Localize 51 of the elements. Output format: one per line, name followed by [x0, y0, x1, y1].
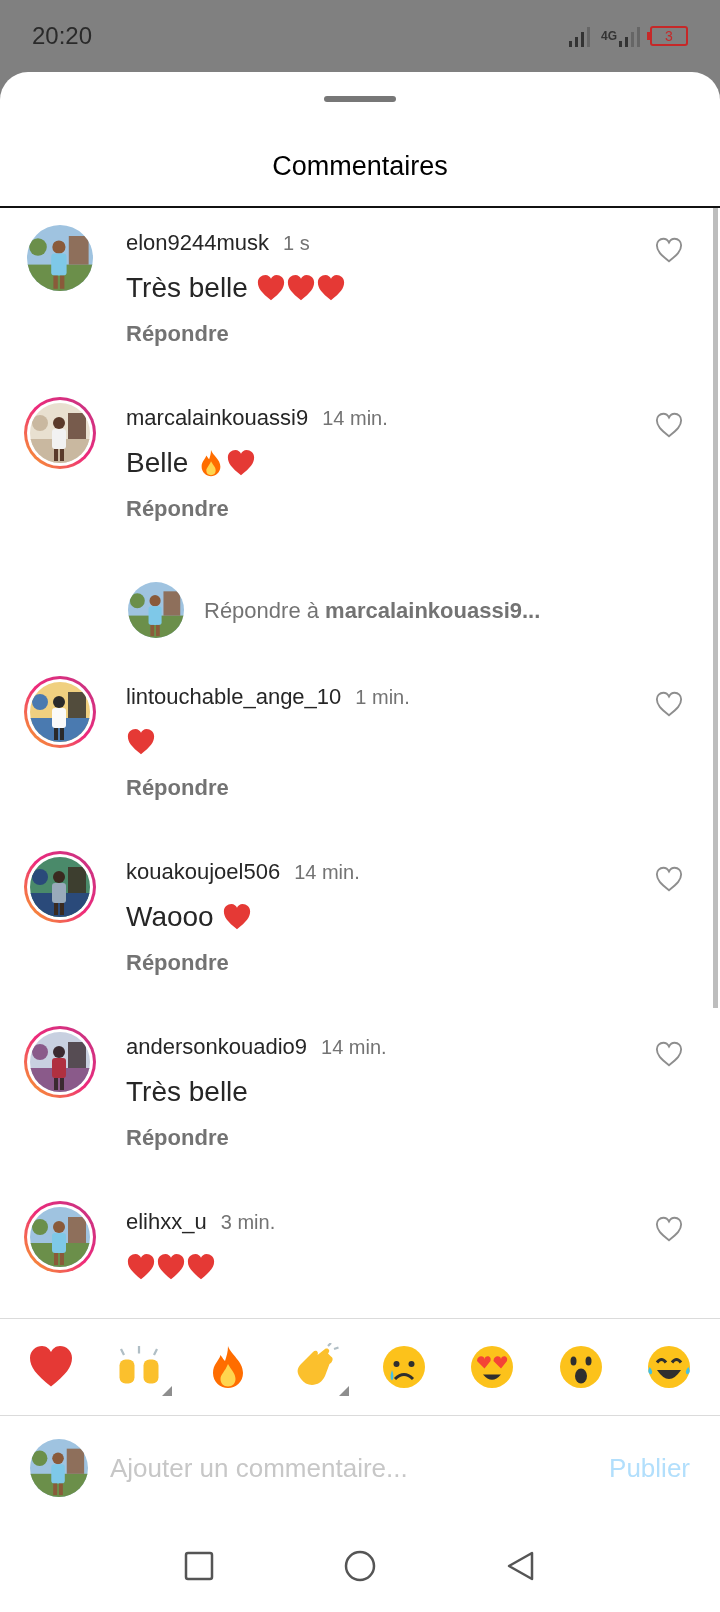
drag-handle[interactable] — [324, 96, 396, 102]
comment-input[interactable]: Ajouter un commentaire... — [110, 1448, 610, 1488]
signal-icon — [569, 25, 591, 47]
like-icon[interactable] — [654, 690, 684, 718]
heart-icon — [221, 902, 252, 932]
clock: 20:20 — [32, 21, 93, 51]
comment-time: 14 min. — [294, 860, 360, 885]
comment-time: 14 min. — [321, 1035, 387, 1060]
heart-icon — [315, 273, 346, 303]
comment-time: 1 s — [283, 231, 310, 256]
heart-icon — [126, 1252, 156, 1282]
username[interactable]: elon9244musk — [126, 226, 270, 259]
heart-icon — [226, 448, 257, 478]
network-type: 4G — [601, 30, 617, 42]
username[interactable]: marcalainkouassi9 — [126, 401, 309, 434]
heart-icon — [156, 1252, 186, 1282]
battery-indicator: 3 — [647, 26, 688, 46]
comment-text: Belle — [126, 446, 189, 480]
signal-icon — [619, 25, 641, 47]
recent-apps-icon[interactable] — [184, 1551, 214, 1581]
like-icon[interactable] — [654, 236, 684, 264]
corner-triangle-icon — [338, 1386, 349, 1396]
like-icon[interactable] — [654, 865, 684, 893]
corner-triangle-icon — [162, 1386, 173, 1396]
comment-text: Très belle — [126, 271, 248, 305]
username[interactable]: kouakoujoel506 — [126, 855, 281, 888]
comment-time: 14 min. — [322, 406, 388, 431]
comment-time: 3 min. — [220, 1210, 276, 1235]
reply-prompt[interactable]: Répondre à marcalainkouassi9... — [204, 593, 541, 627]
comment-text: Waooo — [126, 900, 214, 934]
heart-icon — [186, 1252, 216, 1282]
reply-link[interactable]: Répondre — [126, 492, 229, 525]
heart-icon — [255, 273, 286, 303]
comment-time: 1 min. — [355, 685, 410, 710]
home-icon[interactable] — [344, 1550, 376, 1582]
scrollbar[interactable] — [713, 208, 718, 1008]
reply-link[interactable]: Répondre — [126, 946, 229, 979]
reply-link[interactable]: Répondre — [126, 771, 229, 804]
like-icon[interactable] — [654, 1215, 684, 1243]
username[interactable]: lintouchable_ange_10 — [126, 680, 342, 713]
heart-icon — [285, 273, 316, 303]
sheet-title: Commentaires — [272, 150, 448, 183]
back-icon[interactable] — [506, 1551, 536, 1581]
username[interactable]: andersonkouadio9 — [126, 1030, 308, 1063]
username[interactable]: elihxx_u — [126, 1205, 207, 1238]
like-icon[interactable] — [654, 1040, 684, 1068]
heart-icon — [126, 727, 156, 757]
comment-text: Très belle — [126, 1075, 248, 1109]
like-icon[interactable] — [654, 411, 684, 439]
reply-link[interactable]: Répondre — [126, 1121, 229, 1154]
reply-link[interactable]: Répondre — [126, 317, 229, 350]
